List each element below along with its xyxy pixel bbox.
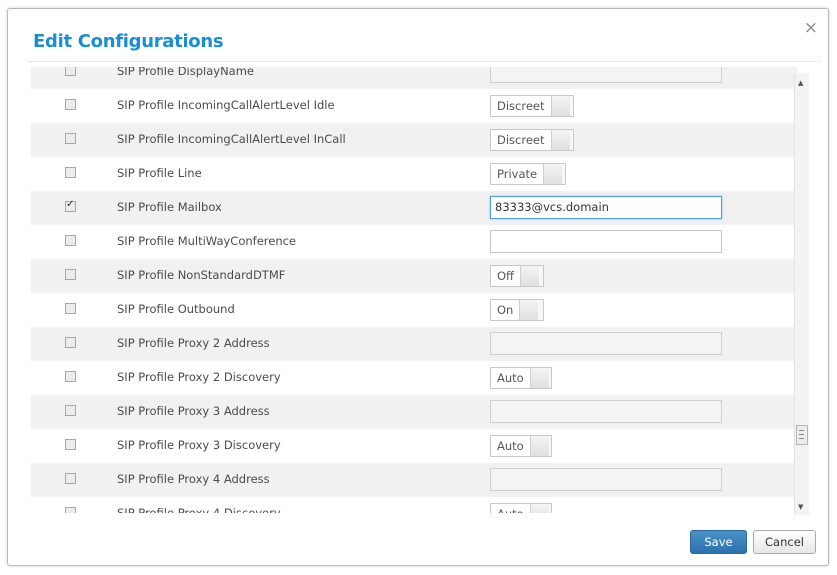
- row-toggle[interactable]: Auto: [490, 367, 552, 389]
- row-toggle[interactable]: Private: [490, 163, 566, 185]
- toggle-knob[interactable]: [530, 436, 549, 456]
- config-row: SIP Profile IncomingCallAlertLevel Idle D…: [31, 89, 797, 123]
- toggle-knob[interactable]: [551, 96, 570, 116]
- toggle-value: On: [491, 300, 521, 320]
- row-checkbox[interactable]: [65, 99, 76, 110]
- row-toggle[interactable]: Discreet: [490, 129, 574, 151]
- configuration-list[interactable]: SIP Profile DisplayName SIP Profile Incom…: [31, 67, 807, 513]
- toggle-knob[interactable]: [530, 504, 549, 513]
- row-checkbox[interactable]: [65, 439, 76, 450]
- cancel-button[interactable]: Cancel: [753, 530, 816, 554]
- row-label: SIP Profile Proxy 4 Discovery: [117, 506, 281, 513]
- toggle-knob[interactable]: [544, 164, 563, 184]
- row-label: SIP Profile Proxy 3 Address: [117, 404, 270, 418]
- row-text-input: [490, 332, 722, 355]
- config-row: SIP Profile Line Private: [31, 157, 797, 191]
- config-row: SIP Profile DisplayName: [31, 67, 797, 89]
- config-row: SIP Profile NonStandardDTMF Off: [31, 259, 797, 293]
- row-label: SIP Profile Proxy 2 Discovery: [117, 370, 281, 384]
- row-text-input: [490, 400, 722, 423]
- row-checkbox[interactable]: [65, 199, 76, 212]
- row-checkbox[interactable]: [65, 235, 76, 246]
- row-label: SIP Profile Proxy 2 Address: [117, 336, 270, 350]
- row-label: SIP Profile Proxy 4 Address: [117, 472, 270, 486]
- row-label: SIP Profile Proxy 3 Discovery: [117, 438, 281, 452]
- scroll-thumb[interactable]: [796, 425, 808, 445]
- row-toggle[interactable]: Off: [490, 265, 544, 287]
- row-label: SIP Profile Outbound: [117, 302, 235, 316]
- row-label: SIP Profile IncomingCallAlertLevel InCal…: [117, 132, 346, 146]
- config-row: SIP Profile Proxy 2 Address: [31, 327, 797, 361]
- row-checkbox[interactable]: [65, 269, 76, 280]
- toggle-knob[interactable]: [551, 130, 570, 150]
- config-row: SIP Profile Proxy 4 Discovery Auto: [31, 497, 797, 513]
- row-checkbox[interactable]: [65, 133, 76, 144]
- row-toggle[interactable]: Auto: [490, 435, 552, 457]
- config-row: SIP Profile Proxy 3 Discovery Auto: [31, 429, 797, 463]
- row-label: SIP Profile MultiWayConference: [117, 234, 297, 248]
- scroll-up-icon[interactable]: ▲: [798, 79, 803, 87]
- row-checkbox[interactable]: [65, 473, 76, 484]
- row-toggle[interactable]: On: [490, 299, 544, 321]
- config-row: SIP Profile Proxy 4 Address: [31, 463, 797, 497]
- row-checkbox[interactable]: [65, 67, 76, 76]
- row-label: SIP Profile Mailbox: [117, 200, 222, 214]
- row-label: SIP Profile DisplayName: [117, 67, 255, 78]
- row-checkbox[interactable]: [65, 507, 76, 513]
- close-icon[interactable]: ×: [804, 20, 818, 37]
- toggle-value: Private: [491, 164, 545, 184]
- row-text-input: [490, 67, 722, 83]
- row-label: SIP Profile NonStandardDTMF: [117, 268, 286, 282]
- row-text-input[interactable]: [490, 230, 722, 253]
- scroll-down-icon[interactable]: ▼: [798, 503, 803, 511]
- toggle-knob[interactable]: [520, 266, 539, 286]
- toggle-value: Auto: [491, 504, 531, 513]
- row-checkbox[interactable]: [65, 303, 76, 314]
- save-button[interactable]: Save: [690, 530, 747, 554]
- config-row: SIP Profile Proxy 3 Address: [31, 395, 797, 429]
- row-checkbox[interactable]: [65, 371, 76, 382]
- toggle-value: Discreet: [491, 130, 552, 150]
- row-toggle[interactable]: Auto: [490, 503, 552, 513]
- config-row: SIP Profile IncomingCallAlertLevel InCal…: [31, 123, 797, 157]
- configuration-rows: SIP Profile DisplayName SIP Profile Incom…: [31, 67, 797, 513]
- toggle-value: Auto: [491, 368, 531, 388]
- toggle-value: Discreet: [491, 96, 552, 116]
- title-divider: [28, 61, 820, 62]
- row-text-input: [490, 468, 722, 491]
- row-toggle[interactable]: Discreet: [490, 95, 574, 117]
- edit-configurations-dialog: Edit Configurations × SIP Profile Displa…: [7, 8, 829, 566]
- config-row: SIP Profile Mailbox 83333@vcs.domain: [31, 191, 797, 225]
- row-label: SIP Profile IncomingCallAlertLevel Idle: [117, 98, 335, 112]
- config-row: SIP Profile Proxy 2 Discovery Auto: [31, 361, 797, 395]
- toggle-knob[interactable]: [520, 300, 539, 320]
- row-checkbox[interactable]: [65, 337, 76, 348]
- config-row: SIP Profile Outbound On: [31, 293, 797, 327]
- row-text-input[interactable]: 83333@vcs.domain: [490, 196, 722, 219]
- dialog-title: Edit Configurations: [33, 31, 224, 52]
- row-checkbox[interactable]: [65, 167, 76, 178]
- row-checkbox[interactable]: [65, 405, 76, 416]
- toggle-value: Off: [491, 266, 521, 286]
- list-scrollbar[interactable]: ▲ ▼: [794, 73, 809, 515]
- toggle-value: Auto: [491, 436, 531, 456]
- toggle-knob[interactable]: [530, 368, 549, 388]
- config-row: SIP Profile MultiWayConference: [31, 225, 797, 259]
- row-label: SIP Profile Line: [117, 166, 202, 180]
